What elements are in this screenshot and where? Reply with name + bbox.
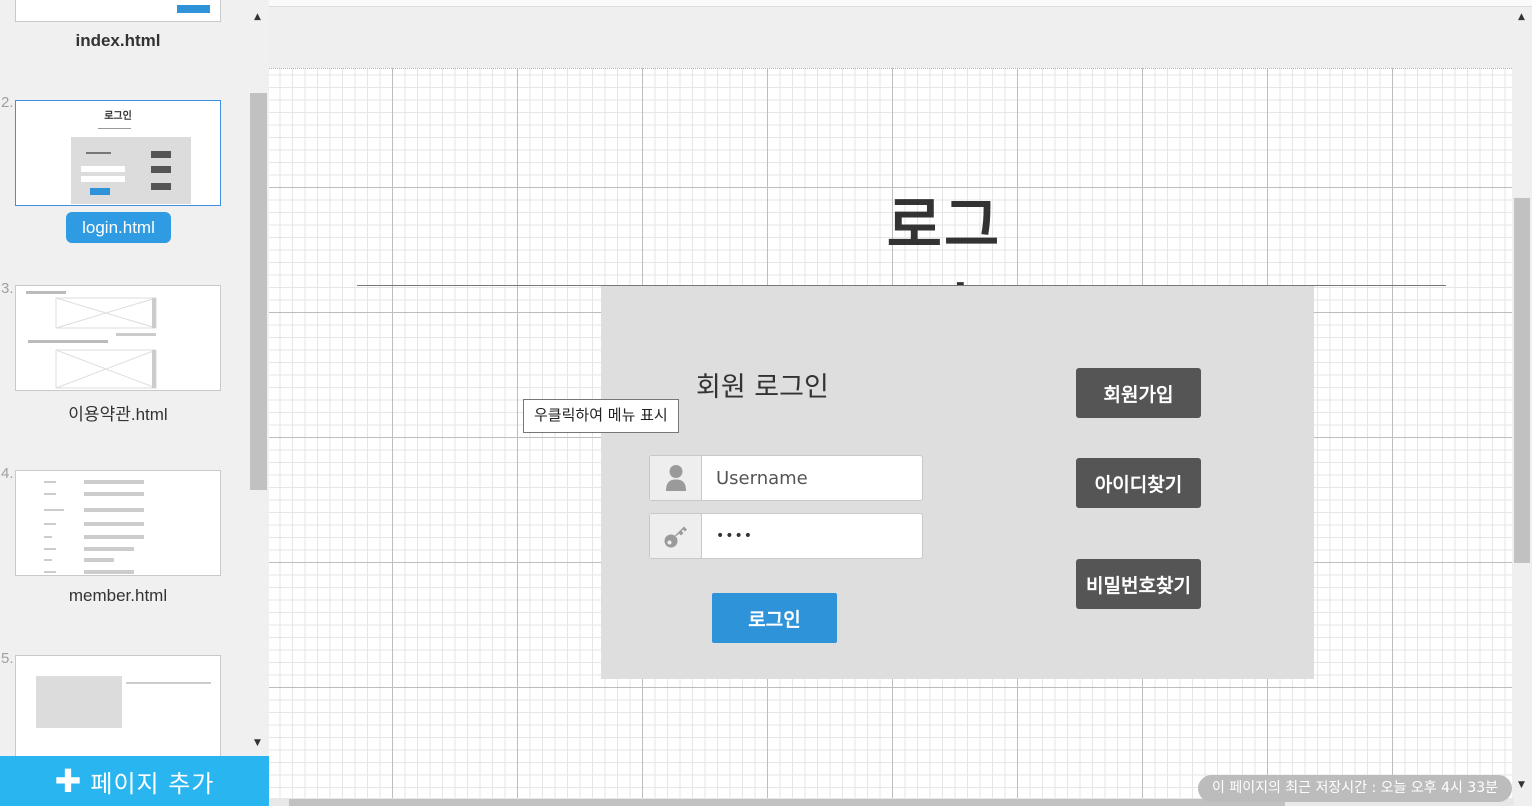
page-number: 2. [1,94,14,111]
editor-canvas-area: 로그인 회원 로그인 로그인 회원가입 [269,0,1532,806]
login-form-panel: 회원 로그인 로그인 회원가입 아이디찾기 비밀번호찾 [601,286,1314,679]
thumbnail-title: 로그인 [104,111,132,122]
find-password-button[interactable]: 비밀번호찾기 [1076,559,1201,609]
page-number: 4. [1,465,14,482]
save-status-badge: 이 페이지의 최근 저장시간 : 오늘 오후 4시 33분 [1198,775,1512,802]
page-list-sidebar: index.html 2. 로그인 login.html 3. 이용약관.htm… [0,0,269,806]
scroll-up-arrow-icon[interactable]: ▲ [254,12,261,22]
sidebar-scroll-thumb[interactable] [250,93,267,490]
member-login-title: 회원 로그인 [696,372,829,403]
username-input[interactable] [716,456,916,500]
page-label-index[interactable]: index.html [15,31,221,51]
find-id-button[interactable]: 아이디찾기 [1076,458,1201,508]
canvas-scroll-up-arrow-icon[interactable]: ▲ [1518,12,1525,22]
page-thumbnail-login[interactable]: 로그인 [15,100,221,206]
add-page-label: 페이지 추가 [90,769,215,798]
page-thumbnail-terms[interactable] [15,285,221,391]
signup-button[interactable]: 회원가입 [1076,368,1201,418]
canvas-scroll-down-arrow-icon[interactable]: ▼ [1518,780,1525,790]
username-input-group [649,455,923,501]
context-menu-tooltip: 우클릭하여 메뉴 표시 [523,399,679,433]
page-thumbnail-index[interactable] [15,0,221,22]
canvas-vertical-scroll-thumb[interactable] [1514,198,1530,563]
add-page-button[interactable]: ✚ 페이지 추가 [0,756,269,806]
scroll-down-arrow-icon[interactable]: ▼ [254,738,261,748]
page-label-login[interactable]: login.html [66,212,171,243]
page-thumbnail-member[interactable] [15,470,221,576]
key-icon [650,514,702,558]
page-number: 3. [1,280,14,297]
canvas-top-bar [269,0,1532,7]
page-label-terms[interactable]: 이용약관.html [15,400,221,425]
page-thumbnail-5[interactable] [15,655,221,761]
thumbnail-wireframe [26,291,157,389]
page-number: 5. [1,650,14,667]
password-input-group [649,513,923,559]
page-label-member[interactable]: member.html [15,586,221,606]
plus-icon: ✚ [54,762,83,800]
user-icon [650,456,702,500]
password-input[interactable] [716,514,916,558]
thumbnail-wireframe [44,480,144,574]
canvas-horizontal-scroll-thumb[interactable] [289,799,1285,806]
login-button[interactable]: 로그인 [712,593,837,643]
